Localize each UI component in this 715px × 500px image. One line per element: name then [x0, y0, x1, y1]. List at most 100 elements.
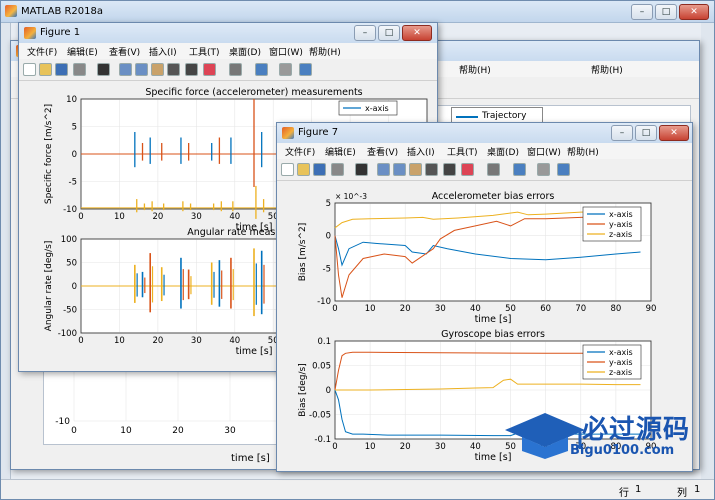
menu-item-6[interactable]: 窗口(W): [527, 145, 561, 158]
rotate-icon[interactable]: [167, 63, 180, 76]
line-value: 1: [635, 484, 642, 495]
fig7-gyro-legend-label: x-axis: [609, 348, 633, 357]
fig1-gyro-ylabel: Angular rate [deg/s]: [44, 241, 54, 332]
fig7-accel-exponent: × 10^-3: [335, 192, 367, 201]
menu-item-0[interactable]: 文件(F): [27, 45, 57, 58]
pointer-icon[interactable]: [355, 163, 368, 176]
fig7-accel-xtick-label: 20: [400, 304, 411, 314]
menu-item-6[interactable]: 窗口(W): [269, 45, 303, 58]
open-icon[interactable]: [39, 63, 52, 76]
menu-item-3[interactable]: 插入(I): [149, 45, 177, 58]
fig7-accel-xtick-label: 0: [332, 304, 337, 314]
legend-icon[interactable]: [513, 163, 526, 176]
fig1-accel-xtick-label: 10: [114, 212, 125, 222]
fig1-minimize-button[interactable]: –: [354, 25, 376, 41]
brush-icon[interactable]: [461, 163, 474, 176]
menu-item-0[interactable]: 文件(F): [285, 145, 315, 158]
fig7-accel-xtick-label: 90: [646, 304, 657, 314]
fig1-accel-xtick-label: 20: [152, 212, 163, 222]
new-figure-icon[interactable]: [281, 163, 294, 176]
menu-item-4[interactable]: 工具(T): [447, 145, 478, 158]
menu-help-2[interactable]: 帮助(H): [591, 63, 623, 76]
fig7-accel-xtick-label: 40: [470, 304, 481, 314]
watermark-url: Bigu0100.com: [570, 443, 675, 458]
fig7-gyro-ytick-label: 0.1: [317, 337, 331, 347]
fig1-accel-ytick-label: -10: [63, 205, 77, 215]
pan-icon[interactable]: [409, 163, 422, 176]
menu-help[interactable]: 帮助(H): [459, 63, 491, 76]
app-title: MATLAB R2018a: [21, 6, 104, 17]
data-cursor-icon[interactable]: [443, 163, 456, 176]
menu-item-2[interactable]: 查看(V): [367, 145, 398, 158]
print-icon[interactable]: [331, 163, 344, 176]
open-icon[interactable]: [297, 163, 310, 176]
colorbar-icon[interactable]: [487, 163, 500, 176]
zoom-out-icon[interactable]: [135, 63, 148, 76]
pan-icon[interactable]: [151, 63, 164, 76]
line-label: 行: [619, 488, 629, 499]
bg-xlabel: time [s]: [231, 453, 270, 464]
data-cursor-icon[interactable]: [185, 63, 198, 76]
menu-item-3[interactable]: 插入(I): [407, 145, 435, 158]
fig7-maximize-button[interactable]: □: [635, 125, 657, 141]
fig1-gyro-ytick-label: -100: [58, 329, 77, 339]
zoom-in-icon[interactable]: [119, 63, 132, 76]
brush-icon[interactable]: [203, 63, 216, 76]
figure1-menubar: 文件(F) 编辑(E) 查看(V) 插入(I) 工具(T) 桌面(D) 窗口(W) 帮助(H): [19, 43, 437, 59]
fig7-accel-xlabel: time [s]: [475, 314, 512, 325]
fig1-accel-legend: x-axis: [338, 100, 398, 116]
fig1-gyro-xtick-label: 30: [191, 336, 202, 346]
menu-item-1[interactable]: 编辑(E): [325, 145, 356, 158]
close-button[interactable]: ✕: [679, 4, 709, 20]
menu-item-5[interactable]: 桌面(D): [229, 45, 261, 58]
fig1-gyro-xtick-label: 40: [229, 336, 240, 346]
fig7-accel-xtick-label: 30: [435, 304, 446, 314]
watermark-text: 必过源码: [582, 415, 691, 445]
menu-item-4[interactable]: 工具(T): [189, 45, 220, 58]
col-label: 列: [677, 488, 687, 499]
rotate-icon[interactable]: [425, 163, 438, 176]
main-title-bar: MATLAB R2018a – □ ✕: [1, 1, 714, 23]
print-icon[interactable]: [73, 63, 86, 76]
show-plot-icon[interactable]: [299, 63, 312, 76]
fig7-accel-ytick-label: -5: [323, 264, 331, 274]
fig1-close-button[interactable]: ✕: [402, 25, 432, 41]
fig7-accel-xtick-label: 10: [365, 304, 376, 314]
fig1-maximize-button[interactable]: □: [378, 25, 400, 41]
fig7-gyro-legend-label: z-axis: [609, 368, 632, 377]
fig1-accel-ytick-label: 10: [66, 95, 77, 105]
fig7-close-button[interactable]: ✕: [659, 125, 689, 141]
show-plot-icon[interactable]: [557, 163, 570, 176]
fig7-minimize-button[interactable]: –: [611, 125, 633, 141]
colorbar-icon[interactable]: [229, 63, 242, 76]
fig7-gyro-xtick-label: 30: [435, 442, 446, 452]
fig7-gyro-ytick-label: 0.05: [312, 362, 331, 372]
zoom-in-icon[interactable]: [377, 163, 390, 176]
fig7-accel-legend-label: x-axis: [609, 210, 633, 219]
figure-icon: [24, 27, 36, 39]
new-figure-icon[interactable]: [23, 63, 36, 76]
maximize-button[interactable]: □: [655, 4, 677, 20]
fig7-gyro-ytick-label: -0.1: [314, 435, 331, 445]
hide-plot-icon[interactable]: [537, 163, 550, 176]
menu-item-7[interactable]: 帮助(H): [309, 45, 341, 58]
fig7-accel-title: Accelerometer bias errors: [432, 191, 555, 202]
bg-xtick-label: 20: [172, 426, 184, 436]
menu-item-2[interactable]: 查看(V): [109, 45, 140, 58]
legend-icon[interactable]: [255, 63, 268, 76]
zoom-out-icon[interactable]: [393, 163, 406, 176]
minimize-button[interactable]: –: [631, 4, 653, 20]
menu-item-5[interactable]: 桌面(D): [487, 145, 519, 158]
menu-item-1[interactable]: 编辑(E): [67, 45, 98, 58]
pointer-icon[interactable]: [97, 63, 110, 76]
menu-item-7[interactable]: 帮助(H): [567, 145, 599, 158]
fig7-gyro-xtick-label: 10: [365, 442, 376, 452]
hide-plot-icon[interactable]: [279, 63, 292, 76]
fig1-accel-legend-label: x-axis: [365, 104, 389, 113]
fig7-accel-ytick-label: -10: [317, 297, 331, 307]
save-icon[interactable]: [55, 63, 68, 76]
fig7-accel-xtick-label: 70: [575, 304, 586, 314]
save-icon[interactable]: [313, 163, 326, 176]
fig7-accel-ylabel: Bias [m/s^2]: [298, 223, 308, 282]
fig7-accel-legend-label: z-axis: [609, 230, 632, 239]
